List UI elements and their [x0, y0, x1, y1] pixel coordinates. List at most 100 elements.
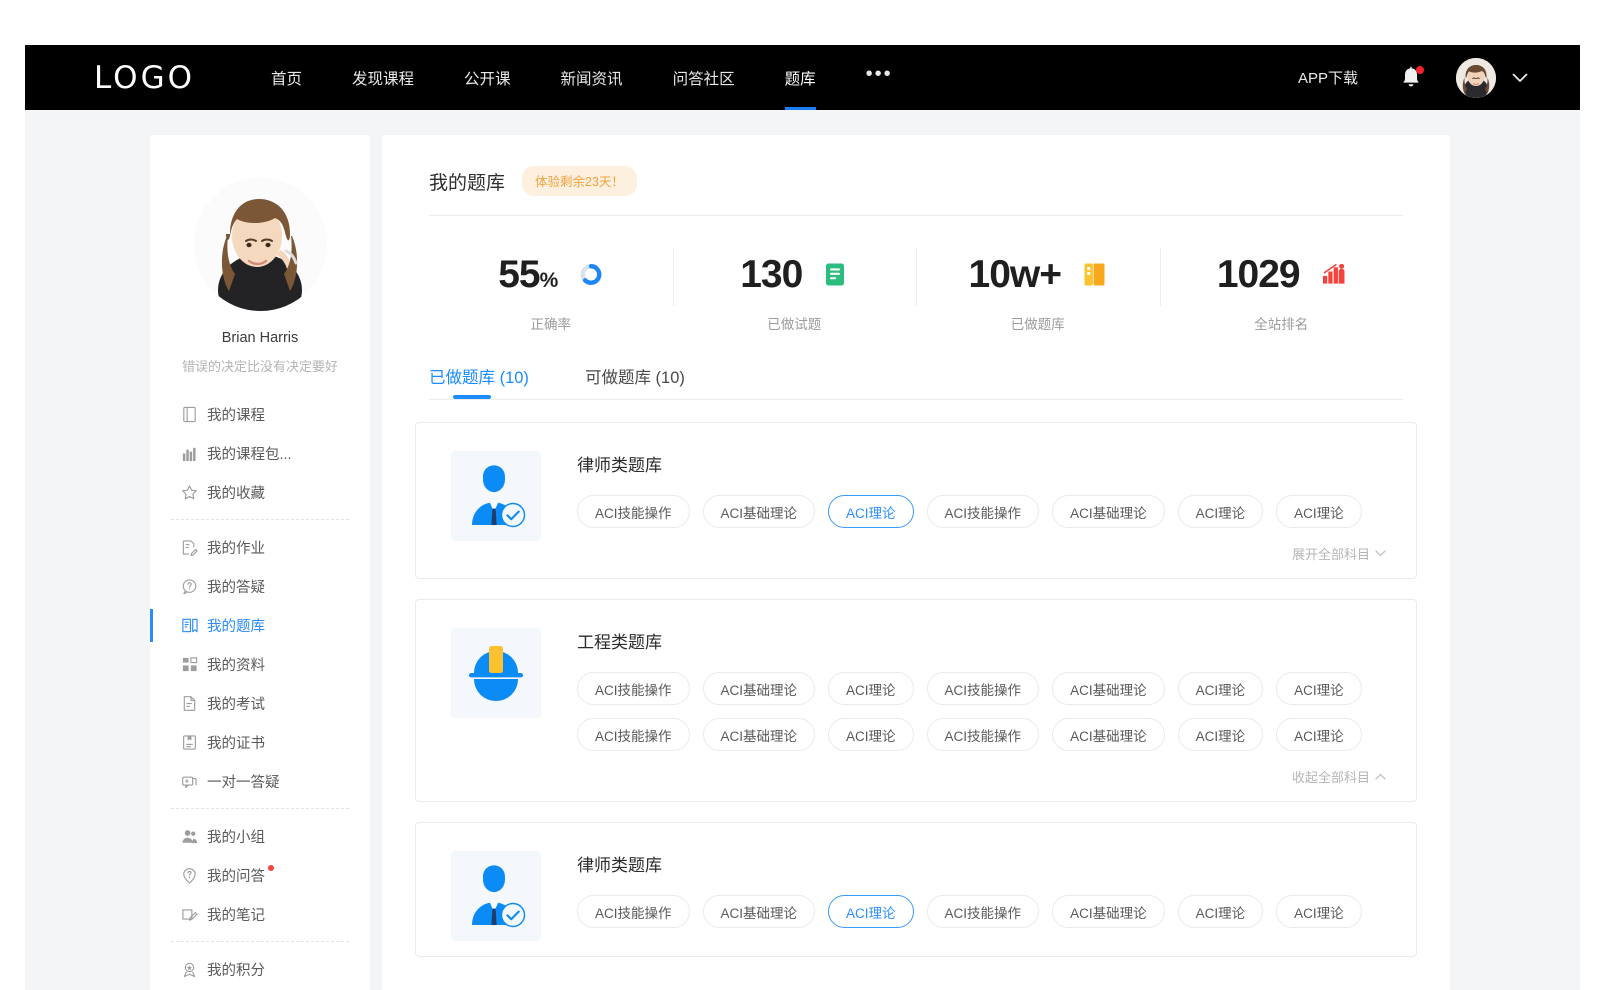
- sidebar-item-label: 我的积分: [207, 959, 265, 980]
- sidebar-item-5[interactable]: 我的答疑: [150, 567, 370, 606]
- nav-link-3[interactable]: 公开课: [464, 45, 511, 110]
- subject-tag[interactable]: ACI理论: [828, 495, 914, 528]
- avatar[interactable]: [1456, 58, 1496, 98]
- subject-tag[interactable]: ACI理论: [1178, 495, 1264, 528]
- subject-tag[interactable]: ACI理论: [1276, 495, 1362, 528]
- expand-subjects-link[interactable]: 展开全部科目: [1292, 544, 1386, 563]
- subject-tag[interactable]: ACI技能操作: [577, 495, 690, 528]
- user-avatar-image: [1456, 58, 1496, 98]
- sidebar-divider: [171, 519, 349, 520]
- sidebar-item-label: 我的课程: [207, 404, 265, 425]
- subject-tag-row: ACI技能操作 ACI基础理论 ACI理论 ACI技能操作 ACI基础理论 ACI理论 AC…: [577, 672, 1386, 705]
- subject-tag[interactable]: ACI技能操作: [927, 895, 1040, 928]
- sidebar-item-label: 我的小组: [207, 826, 265, 847]
- app-download-link[interactable]: APP下载: [1298, 67, 1358, 88]
- subject-tag[interactable]: ACI理论: [1178, 718, 1264, 751]
- tab-1[interactable]: 已做题库 (10): [429, 364, 529, 399]
- main-content-panel: 我的题库 体验剩余23天！ 55%正确率130已做试题10w+已做题库1029全…: [382, 135, 1450, 990]
- subject-tag[interactable]: ACI理论: [1178, 895, 1264, 928]
- question-bank-card[interactable]: 律师类题库 ACI技能操作 ACI基础理论 ACI理论 ACI技能操作 ACI基础理论 AC…: [415, 822, 1417, 957]
- profile-avatar[interactable]: [194, 178, 327, 311]
- sidebar-item-14[interactable]: 我的积分: [150, 950, 370, 989]
- subject-tag[interactable]: ACI基础理论: [703, 672, 816, 705]
- stats-row: 55%正确率130已做试题10w+已做题库1029全站排名: [429, 235, 1403, 333]
- subject-tag[interactable]: ACI理论: [1276, 672, 1362, 705]
- subject-tag[interactable]: ACI基础理论: [1052, 895, 1165, 928]
- donut-progress-icon: [579, 261, 603, 287]
- chevron-down-icon[interactable]: [1512, 73, 1528, 83]
- sidebar-item-2[interactable]: 我的课程包...: [150, 434, 370, 473]
- subject-tag[interactable]: ACI理论: [1276, 718, 1362, 751]
- page-frame: LOGO 首页发现课程 公开课 新闻资讯问答社区题库 ••• APP下载: [25, 45, 1580, 990]
- subject-tag[interactable]: ACI技能操作: [927, 672, 1040, 705]
- sidebar-item-9[interactable]: 我的证书: [150, 723, 370, 762]
- stat-card-3: 10w+已做题库: [916, 235, 1160, 333]
- more-nav-icon[interactable]: •••: [866, 45, 893, 107]
- nav-link-1[interactable]: 首页: [271, 45, 302, 110]
- sidebar-item-13[interactable]: 我的笔记: [150, 895, 370, 934]
- primary-nav-links: 首页发现课程 公开课 新闻资讯问答社区题库: [271, 45, 866, 110]
- question-bank-card[interactable]: 工程类题库ACI技能操作ACI基础理论ACI理论ACI技能操作ACI基础理论AC…: [415, 599, 1417, 802]
- homework-icon: [181, 539, 198, 556]
- subject-tag[interactable]: ACI基础理论: [703, 495, 816, 528]
- subject-tag[interactable]: ACI理论: [828, 672, 914, 705]
- nav-right-group: APP下载: [1298, 58, 1528, 98]
- sidebar-item-6[interactable]: 我的题库: [150, 606, 370, 645]
- exam-paper-icon: [181, 695, 198, 712]
- profile-signature: 错误的决定比没有决定要好: [150, 356, 370, 375]
- sidebar-item-label: 我的题库: [207, 615, 265, 636]
- sidebar-item-10[interactable]: 一对一答疑: [150, 762, 370, 801]
- expand-subjects-label: 收起全部科目: [1292, 767, 1370, 786]
- panel-header: 我的题库 体验剩余23天！: [382, 135, 1450, 196]
- red-rank-chart-icon: [1322, 261, 1346, 287]
- subject-tag[interactable]: ACI基础理论: [1052, 718, 1165, 751]
- question-bank-card[interactable]: 律师类题库ACI技能操作ACI基础理论ACI理论ACI技能操作ACI基础理论AC…: [415, 422, 1417, 579]
- notification-bell-button[interactable]: [1400, 66, 1422, 90]
- subject-tag[interactable]: ACI技能操作: [577, 895, 690, 928]
- top-navigation-bar: LOGO 首页发现课程 公开课 新闻资讯问答社区题库 ••• APP下载: [25, 45, 1580, 110]
- chart-bars-icon: [181, 445, 198, 462]
- card-title: 律师类题库: [577, 851, 1386, 876]
- lawyer-avatar-icon: [463, 463, 529, 529]
- sidebar-item-4[interactable]: 我的作业: [150, 528, 370, 567]
- nav-link-5[interactable]: 问答社区: [673, 45, 735, 110]
- tab-2[interactable]: 可做题库 (10): [585, 364, 685, 399]
- sidebar-item-7[interactable]: 我的资料: [150, 645, 370, 684]
- red-rank-chart-icon: [1322, 262, 1346, 286]
- sidebar-item-11[interactable]: 我的小组: [150, 817, 370, 856]
- sidebar-item-12[interactable]: 我的问答: [150, 856, 370, 895]
- subject-tag[interactable]: ACI理论: [1276, 895, 1362, 928]
- sidebar-item-label: 我的答疑: [207, 576, 265, 597]
- site-logo[interactable]: LOGO: [94, 60, 195, 96]
- chevron-down-icon: [1375, 550, 1386, 557]
- lawyer-avatar-icon: [463, 863, 529, 929]
- subject-tag[interactable]: ACI理论: [1178, 672, 1264, 705]
- subject-tag[interactable]: ACI基础理论: [1052, 495, 1165, 528]
- sidebar-item-label: 我的证书: [207, 732, 265, 753]
- chat-plus-icon: [181, 773, 198, 790]
- nav-link-2[interactable]: 发现课程: [352, 45, 414, 110]
- subject-tag[interactable]: ACI基础理论: [703, 895, 816, 928]
- sidebar-item-3[interactable]: 我的收藏: [150, 473, 370, 512]
- sidebar-divider: [171, 941, 349, 942]
- subject-tag[interactable]: ACI技能操作: [927, 718, 1040, 751]
- subject-tag[interactable]: ACI基础理论: [703, 718, 816, 751]
- nav-link-6[interactable]: 题库: [785, 45, 816, 110]
- subject-tag[interactable]: ACI理论: [828, 895, 914, 928]
- sidebar-item-8[interactable]: 我的考试: [150, 684, 370, 723]
- book-icon: [181, 406, 198, 423]
- subject-tag[interactable]: ACI技能操作: [927, 495, 1040, 528]
- subject-tag[interactable]: ACI技能操作: [577, 672, 690, 705]
- subject-tag[interactable]: ACI基础理论: [1052, 672, 1165, 705]
- nav-link-4[interactable]: 新闻资讯: [561, 45, 623, 110]
- sidebar-item-label: 我的资料: [207, 654, 265, 675]
- subject-tag[interactable]: ACI理论: [828, 718, 914, 751]
- points-medal-icon: [181, 961, 198, 978]
- stat-label: 已做试题: [673, 313, 917, 333]
- chevron-up-icon: [1375, 773, 1386, 780]
- expand-subjects-link[interactable]: 收起全部科目: [1292, 767, 1386, 786]
- stat-card-4: 1029全站排名: [1160, 235, 1404, 333]
- subject-tag[interactable]: ACI技能操作: [577, 718, 690, 751]
- tabs-divider: [429, 399, 1403, 400]
- sidebar-item-1[interactable]: 我的课程: [150, 395, 370, 434]
